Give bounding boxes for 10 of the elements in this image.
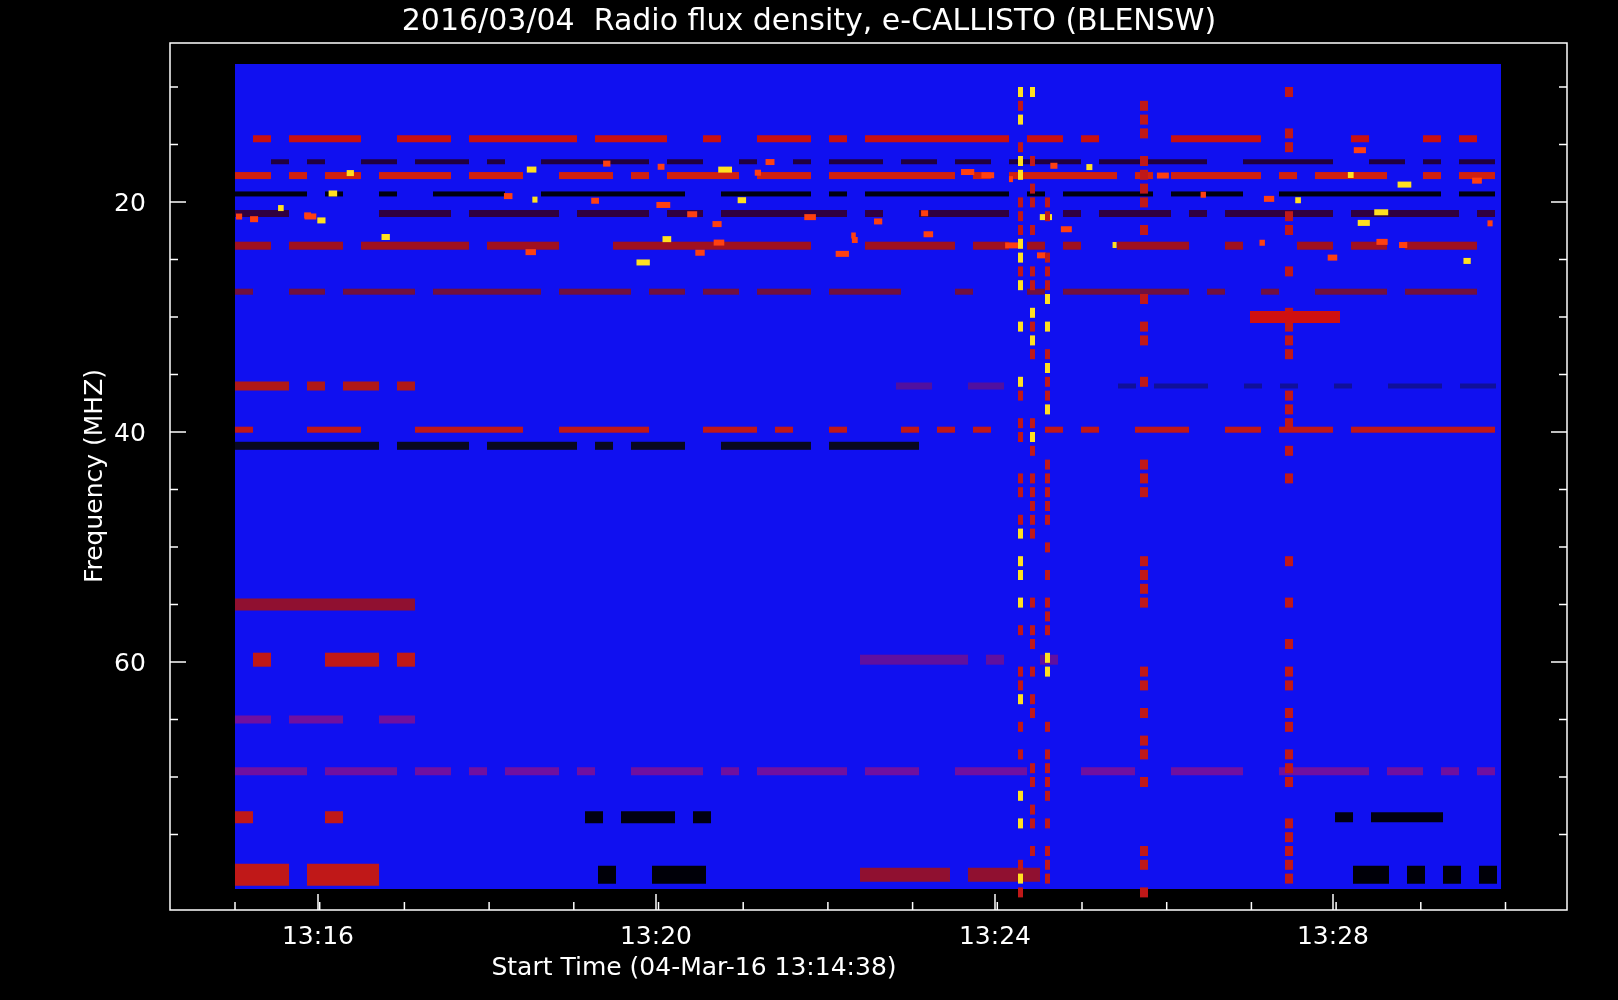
x-tick-label: 13:20: [620, 921, 692, 950]
y-tick-label: 60: [114, 648, 146, 677]
x-axis-label: Start Time (04-Mar-16 13:14:38): [491, 952, 897, 981]
x-tick-label: 13:24: [959, 921, 1031, 950]
y-tick-label: 40: [114, 418, 146, 447]
y-tick-label: 20: [114, 188, 146, 217]
y-axis-label: Frequency (MHZ): [79, 368, 108, 584]
x-tick-label: 13:28: [1297, 921, 1369, 950]
x-tick-label: 13:16: [282, 921, 354, 950]
chart-title: 2016/03/04 Radio flux density, e-CALLISTO (BLENSW): [401, 2, 1217, 37]
